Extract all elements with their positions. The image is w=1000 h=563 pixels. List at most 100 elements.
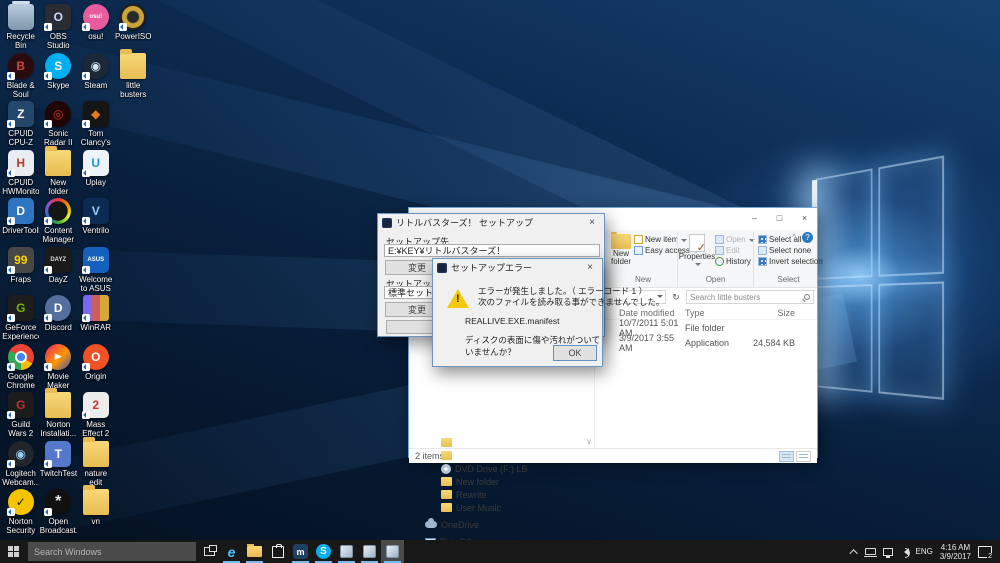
explorer-search-box[interactable]: [686, 290, 814, 304]
start-button[interactable]: [0, 540, 26, 563]
taskbar-store[interactable]: [266, 540, 289, 563]
desktop-icon-mass-effect-2[interactable]: 2Mass Effect 2: [77, 392, 115, 441]
tree-item-onedrive[interactable]: OneDrive: [409, 518, 594, 531]
column-type[interactable]: Type: [685, 308, 745, 318]
tree-scroll-down-icon[interactable]: ∨: [586, 437, 592, 446]
desktop-icon-fraps[interactable]: 99Fraps: [2, 247, 40, 296]
file-list: Date modified Type Size 10/7/2011 5:01 A…: [595, 306, 817, 448]
select-none-button[interactable]: Select none: [758, 246, 823, 255]
taskbar-file-explorer[interactable]: [243, 540, 266, 563]
ribbon-group-label-open: Open: [682, 275, 749, 287]
file-row[interactable]: 3/9/2017 3:55 AM Application 24,584 KB: [595, 335, 817, 350]
details-view-button[interactable]: [779, 451, 794, 462]
minimize-button[interactable]: –: [742, 208, 767, 227]
close-icon[interactable]: ×: [584, 217, 600, 228]
taskbar-edge[interactable]: e: [220, 540, 243, 563]
asus-welcome-icon: ASUS: [83, 247, 109, 273]
task-view-button[interactable]: [198, 540, 220, 563]
invert-selection-button[interactable]: Invert selection: [758, 257, 823, 266]
desktop-icon-movie-maker[interactable]: ▶Movie Maker: [40, 344, 78, 393]
thumbnail-view-button[interactable]: [796, 451, 811, 462]
desktop-icon-twitchtest[interactable]: TTwitchTest: [40, 441, 78, 490]
desktop-icon-little-busters[interactable]: little busters: [115, 53, 153, 102]
open-button[interactable]: Open: [715, 235, 755, 244]
folder-icon: [441, 438, 452, 447]
taskbar-mail[interactable]: m: [289, 540, 312, 563]
tree-item-new-folder[interactable]: New folder: [409, 475, 594, 488]
desktop-icon-drivertoolkit[interactable]: DDriverToolkit: [2, 198, 40, 247]
language-indicator[interactable]: ENG: [916, 547, 933, 556]
ok-button[interactable]: OK: [553, 345, 597, 361]
taskbar-search-input[interactable]: [34, 547, 190, 557]
maximize-button[interactable]: □: [767, 208, 792, 227]
desktop-icon-steam[interactable]: ◉Steam: [77, 53, 115, 102]
network-icon[interactable]: [883, 548, 893, 556]
desktop-icon-geforce-experience[interactable]: GGeForce Experience: [2, 295, 40, 344]
ribbon-group-label-select: Select: [758, 275, 819, 287]
desktop-icon-uplay[interactable]: UUplay: [77, 150, 115, 199]
desktop-icon-open-broadcaster[interactable]: *Open Broadcast...: [40, 489, 78, 538]
desktop-icon-poweriso[interactable]: PowerISO: [115, 4, 153, 53]
desktop-icon-vn[interactable]: vn: [77, 489, 115, 538]
desktop-icon-skype[interactable]: SSkype: [40, 53, 78, 102]
twitchtest-icon: T: [45, 441, 71, 467]
desktop-icon-discord[interactable]: DDiscord: [40, 295, 78, 344]
refresh-button[interactable]: ↻: [669, 290, 683, 304]
desktop-icon-nature-edit[interactable]: nature edit: [77, 441, 115, 490]
desktop-icon-the-division[interactable]: ◆Tom Clancy's The Division: [77, 101, 115, 150]
desktop-icon-hwmonitor[interactable]: HCPUID HWMonitor: [2, 150, 40, 199]
desktop-icon-sonic-radar[interactable]: ◎Sonic Radar II: [40, 101, 78, 150]
desktop-icon-recycle-bin[interactable]: Recycle Bin: [2, 4, 40, 53]
mail-icon: m: [293, 544, 308, 559]
error-file-name: REALLIVE.EXE.manifest: [465, 316, 560, 326]
movie-maker-icon: ▶: [45, 344, 71, 370]
open-broadcaster-icon: *: [45, 489, 71, 515]
tree-item-rewrite[interactable]: Rewrite: [409, 488, 594, 501]
device-icon[interactable]: [865, 548, 876, 555]
desktop-icon-cpuz[interactable]: ZCPUID CPU-Z: [2, 101, 40, 150]
select-all-button[interactable]: Select all: [758, 235, 823, 244]
history-button[interactable]: History: [715, 257, 755, 266]
setup-destination-field[interactable]: E:¥KEY¥リトルバスターズ！: [384, 244, 600, 257]
action-center-icon[interactable]: 2: [978, 546, 992, 558]
desktop-icon-chrome[interactable]: Google Chrome: [2, 344, 40, 393]
desktop-icon-obs-studio[interactable]: OOBS Studio: [40, 4, 78, 53]
desktop-icon-guild-wars-2[interactable]: GGuild Wars 2: [2, 392, 40, 441]
column-date-modified[interactable]: Date modified: [619, 308, 685, 318]
desktop-icon-norton-security[interactable]: ✓Norton Security: [2, 489, 40, 538]
taskbar-skype[interactable]: S: [312, 540, 335, 563]
tree-item-hidden-1[interactable]: [409, 436, 594, 449]
desktop-icon-osu[interactable]: osu!osu!: [77, 4, 115, 53]
setup-dialog-title: リトルバスターズ！ セットアップ: [396, 216, 580, 229]
taskbar-clock[interactable]: 4:16 AM 3/9/2017: [940, 543, 971, 561]
taskbar-app-1[interactable]: [335, 540, 358, 563]
desktop-icon-norton-installation[interactable]: Norton Installati...: [40, 392, 78, 441]
tree-item-dvd-drive[interactable]: DVD Drive (F:) LB: [409, 462, 594, 475]
explorer-search-input[interactable]: [690, 293, 802, 302]
task-view-icon: [204, 547, 215, 556]
desktop-icon-winrar[interactable]: WinRAR: [77, 295, 115, 344]
desktop-icon-new-folder[interactable]: New folder: [40, 150, 78, 199]
taskbar-app-2[interactable]: [358, 540, 381, 563]
column-size[interactable]: Size: [745, 308, 801, 318]
close-icon[interactable]: ×: [582, 262, 598, 273]
tray-overflow-icon[interactable]: [849, 549, 857, 557]
taskbar-search-box[interactable]: [28, 542, 196, 561]
tree-item-hidden-2[interactable]: [409, 449, 594, 462]
desktop-icon-content-manager[interactable]: Content Manager As...: [40, 198, 78, 247]
new-folder-button[interactable]: New folder: [611, 232, 631, 275]
desktop-icon-ventrilo[interactable]: VVentrilo: [77, 198, 115, 247]
fraps-icon: 99: [8, 247, 34, 273]
desktop-icon-dayz[interactable]: DAYZDayZ: [40, 247, 78, 296]
discord-icon: D: [45, 295, 71, 321]
edit-button[interactable]: Edit: [715, 246, 755, 255]
desktop-icon-blade-and-soul[interactable]: BBlade & Soul: [2, 53, 40, 102]
tree-item-user-music[interactable]: User Music: [409, 501, 594, 514]
desktop-icon-logitech-webcam[interactable]: ◉Logitech Webcam...: [2, 441, 40, 490]
volume-icon[interactable]: [900, 548, 909, 556]
properties-button[interactable]: Properties: [682, 232, 712, 275]
desktop-icon-origin[interactable]: OOrigin: [77, 344, 115, 393]
desktop-icon-asus-welcome[interactable]: ASUSWelcome to ASUS Prod...: [77, 247, 115, 296]
taskbar-setup-active[interactable]: [381, 540, 404, 563]
close-button[interactable]: ×: [792, 208, 817, 227]
